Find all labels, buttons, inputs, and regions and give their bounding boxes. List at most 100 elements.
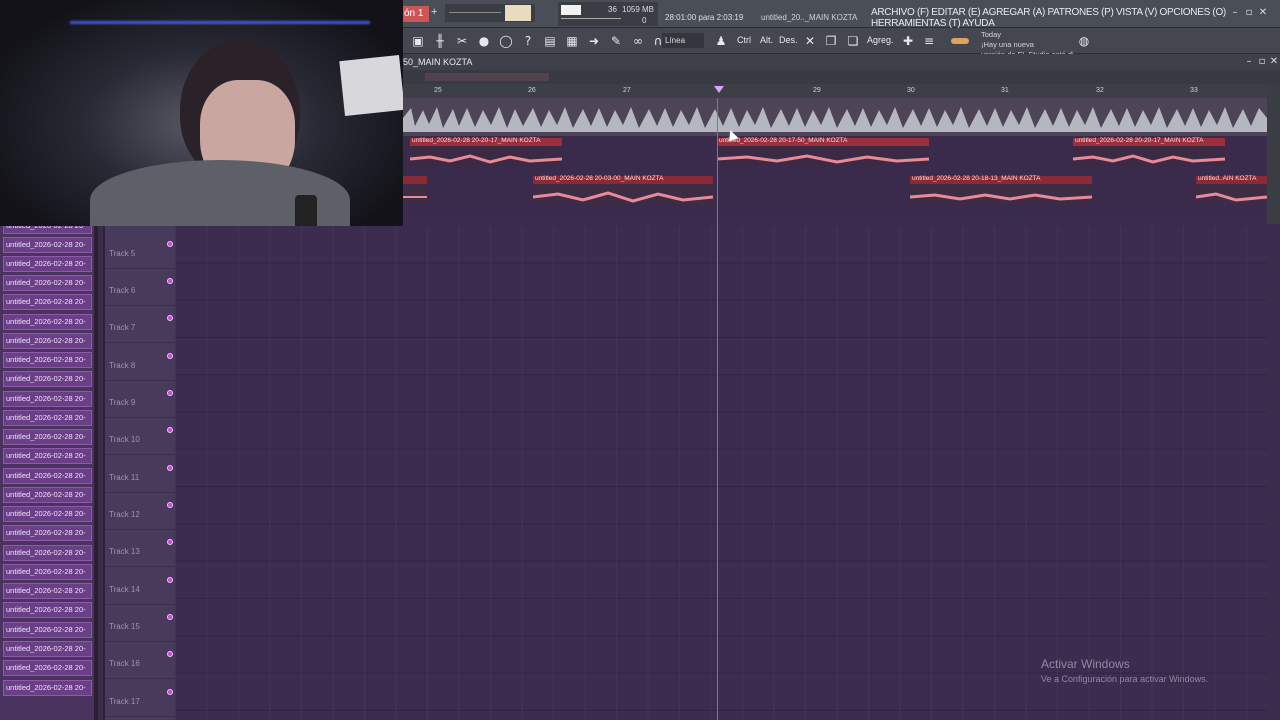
vertical-scroll[interactable]	[1267, 84, 1280, 224]
track-mute-led[interactable]	[167, 390, 173, 396]
alt-toggle[interactable]: Alt.	[760, 35, 773, 45]
save-icon[interactable]: ▣	[409, 32, 427, 50]
browser-item[interactable]: untitled_2026-02-28 20-	[3, 314, 92, 330]
browser-item[interactable]: untitled_2026-02-28 20-	[3, 352, 92, 368]
track-header[interactable]: Track 10	[105, 418, 177, 455]
browser-icon[interactable]: ▤	[541, 32, 559, 50]
track-header[interactable]: Track 8	[105, 344, 177, 381]
browser-item[interactable]: untitled_2026-02-28 20-	[3, 237, 92, 253]
browser-item[interactable]: untitled_2026-02-28 20-	[3, 487, 92, 503]
record-mode-indicator[interactable]	[951, 38, 969, 44]
track-mute-led[interactable]	[167, 278, 173, 284]
track-header[interactable]: Track 7	[105, 306, 177, 343]
browser-item[interactable]: untitled_2026-02-28 20-	[3, 275, 92, 291]
timeline-ruler[interactable]: 25 26 27 29 30 31 32 33	[403, 84, 1267, 98]
undo-toggle[interactable]: Des.	[779, 35, 798, 45]
browser-item[interactable]: untitled_2026-02-28 20-	[3, 468, 92, 484]
track-mute-led[interactable]	[167, 353, 173, 359]
browser-item[interactable]: untitled_2026-02-28 20-	[3, 506, 92, 522]
maximize-icon[interactable]: ▫	[1243, 7, 1255, 19]
browser-item[interactable]: untitled_2026-02-28 20-	[3, 525, 92, 541]
track-mute-led[interactable]	[167, 465, 173, 471]
master-volume-slider[interactable]	[505, 5, 531, 21]
piano-roll-icon[interactable]: ▦	[563, 32, 581, 50]
arrow-icon[interactable]: ➜	[585, 32, 603, 50]
master-pitch-slider[interactable]	[449, 12, 501, 13]
track-header[interactable]: Track 17	[105, 680, 177, 717]
metronome-icon[interactable]: ≡	[920, 32, 938, 50]
audio-clip[interactable]	[403, 176, 427, 204]
arrangement-grid[interactable]	[175, 226, 1267, 720]
track-header[interactable]: Track 15	[105, 605, 177, 642]
cut-icon[interactable]: ✂	[453, 32, 471, 50]
track-header[interactable]: Track 13	[105, 530, 177, 567]
track-header[interactable]: Track 9	[105, 381, 177, 418]
track-header[interactable]: Track 16	[105, 642, 177, 679]
master-volume-pitch[interactable]	[445, 4, 535, 22]
track-mute-led[interactable]	[167, 315, 173, 321]
browser-item[interactable]: untitled_2026-02-28 20-	[3, 429, 92, 445]
track-mute-led[interactable]	[167, 241, 173, 247]
link-icon[interactable]: ∞	[629, 32, 647, 50]
browser-item[interactable]: untitled_2026-02-28 20-	[3, 545, 92, 561]
pencil-icon[interactable]: ✎	[607, 32, 625, 50]
browser-item[interactable]: untitled_2026-02-28 20-	[3, 602, 92, 618]
browser-item[interactable]: untitled_2026-02-28 20-	[3, 680, 92, 696]
snap-selector[interactable]: Línea	[662, 33, 704, 48]
track-mute-led[interactable]	[167, 577, 173, 583]
browser-item[interactable]: untitled_2026-02-28 20-	[3, 660, 92, 676]
browser-item[interactable]: untitled_2026-02-28 20-	[3, 448, 92, 464]
playhead-marker[interactable]	[714, 86, 724, 93]
audio-clip[interactable]: untitled..AIN KOZTA	[1196, 175, 1267, 204]
browser-item[interactable]: untitled_2026-02-28 20-	[3, 622, 92, 638]
browser-item[interactable]: untitled_2026-02-28 20-	[3, 294, 92, 310]
browser-item[interactable]: untitled_2026-02-28 20-	[3, 226, 92, 234]
browser-item[interactable]: untitled_2026-02-28 20-	[3, 410, 92, 426]
playlist-maximize-icon[interactable]: ▫	[1256, 56, 1268, 68]
browser-scrollbar[interactable]	[94, 226, 98, 720]
paste-icon[interactable]: ❏	[844, 32, 862, 50]
close-icon[interactable]: ✕	[1257, 7, 1269, 19]
mixer-icon[interactable]: ╫	[431, 32, 449, 50]
track-mute-led[interactable]	[167, 689, 173, 695]
track-header[interactable]: Track 11	[105, 456, 177, 493]
add-pattern-button[interactable]: +	[431, 6, 437, 18]
track-header[interactable]: Track 5	[105, 232, 177, 269]
add-toggle[interactable]: Agreg.	[867, 35, 894, 45]
minimize-icon[interactable]: –	[1229, 7, 1241, 19]
pattern-selector[interactable]: ón 1	[403, 6, 429, 22]
track-mute-led[interactable]	[167, 539, 173, 545]
audio-clip[interactable]: untitled_2026-02-28 20-20-17_MAIN KOZTA	[410, 137, 562, 166]
stamp-icon[interactable]: ♟	[712, 32, 730, 50]
browser-item[interactable]: untitled_2026-02-28 20-	[3, 256, 92, 272]
audio-clip[interactable]: untitled_2026-02-28 20-20-17_MAIN KOZTA	[1073, 137, 1225, 166]
track-mute-led[interactable]	[167, 502, 173, 508]
track-mute-led[interactable]	[167, 651, 173, 657]
playlist-minimize-icon[interactable]: –	[1243, 56, 1255, 68]
horizontal-scroll[interactable]	[403, 70, 1280, 84]
delete-icon[interactable]: ✕	[801, 32, 819, 50]
comment-icon[interactable]: ◯	[497, 32, 515, 50]
browser-item[interactable]: untitled_2026-02-28 20-	[3, 333, 92, 349]
track-mute-led[interactable]	[167, 427, 173, 433]
help-icon[interactable]: ?	[519, 32, 537, 50]
track-header[interactable]: Track 14	[105, 568, 177, 605]
audio-clip[interactable]: untitled_2026-02-28 20-18-13_MAIN KOZTA	[910, 175, 1092, 204]
globe-icon[interactable]: ◍	[1075, 32, 1093, 50]
browser-item[interactable]: untitled_2026-02-28 20-	[3, 391, 92, 407]
playlist-close-icon[interactable]: ✕	[1268, 56, 1280, 68]
browser-item[interactable]: untitled_2026-02-28 20-	[3, 641, 92, 657]
track-header[interactable]: Track 12	[105, 493, 177, 530]
scroll-thumb[interactable]	[425, 73, 549, 81]
track-mute-led[interactable]	[167, 614, 173, 620]
track-header[interactable]: Track 6	[105, 269, 177, 306]
ctrl-toggle[interactable]: Ctrl	[737, 35, 751, 45]
copy-icon[interactable]: ❐	[822, 32, 840, 50]
record-icon[interactable]: ●	[475, 32, 493, 50]
browser-item[interactable]: untitled_2026-02-28 20-	[3, 564, 92, 580]
tempo-icon[interactable]: ✚	[899, 32, 917, 50]
audio-clip[interactable]: untitled_2026-02-28 20-03-00_MAIN KOZTA	[533, 175, 713, 204]
browser-item[interactable]: untitled_2026-02-28 20-	[3, 371, 92, 387]
audio-clip[interactable]: untitled_2026-02-28 20-17-50_MAIN KOZTA	[717, 137, 929, 166]
browser-item[interactable]: untitled_2026-02-28 20-	[3, 583, 92, 599]
